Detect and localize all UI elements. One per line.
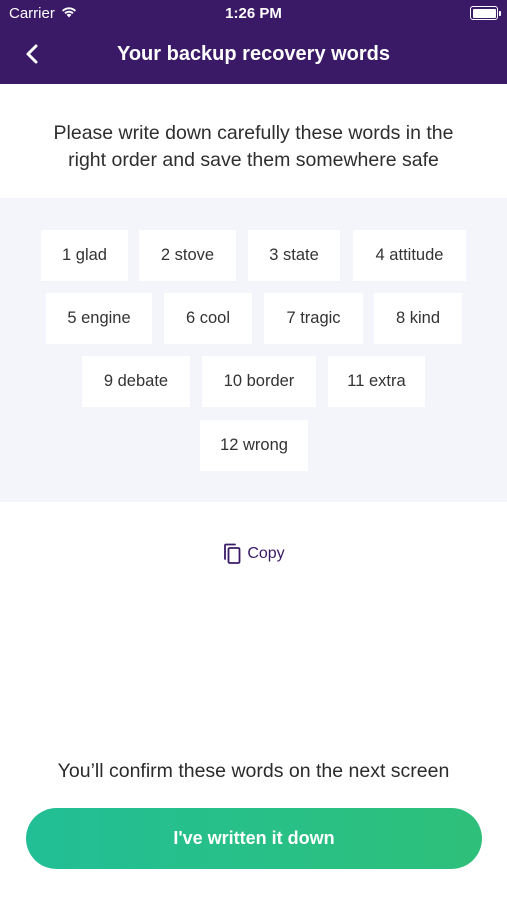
word-chip-11: 11 extra xyxy=(328,356,425,407)
recovery-words-panel: 1 glad 2 stove 3 state 4 attitude 5 engi… xyxy=(0,198,507,502)
word-chip-10: 10 border xyxy=(202,356,316,407)
instructions-line-1: Please write down carefully these words … xyxy=(53,122,454,144)
word-chip-12: 12 wrong xyxy=(200,420,308,471)
battery-icon xyxy=(470,6,501,20)
instructions-text: Please write down carefully these words … xyxy=(20,120,487,174)
instructions-line-2: right order and save them somewhere safe xyxy=(68,149,439,171)
word-chip-8: 8 kind xyxy=(374,293,462,344)
word-chip-3: 3 state xyxy=(248,230,340,281)
copy-icon xyxy=(224,543,241,564)
word-chip-2: 2 stove xyxy=(139,230,236,281)
word-chip-9: 9 debate xyxy=(82,356,190,407)
status-bar: Carrier 1:26 PM xyxy=(0,0,507,28)
page-title: Your backup recovery words xyxy=(116,43,391,65)
word-chip-1: 1 glad xyxy=(41,230,128,281)
chevron-left-icon xyxy=(26,44,38,64)
app-header: Carrier 1:26 PM Your backup recovery wor… xyxy=(0,0,507,84)
confirm-note: You’ll confirm these words on the next s… xyxy=(57,760,450,782)
word-chip-5: 5 engine xyxy=(46,293,152,344)
status-time: 1:26 PM xyxy=(225,5,282,22)
word-chip-6: 6 cool xyxy=(164,293,252,344)
back-button[interactable] xyxy=(18,40,48,70)
copy-button[interactable]: Copy xyxy=(0,543,507,565)
word-chip-4: 4 attitude xyxy=(353,230,466,281)
navigation-bar: Your backup recovery words xyxy=(0,28,507,84)
written-it-down-button[interactable]: I've written it down xyxy=(26,808,482,869)
word-chip-7: 7 tragic xyxy=(264,293,363,344)
copy-label: Copy xyxy=(247,545,285,562)
